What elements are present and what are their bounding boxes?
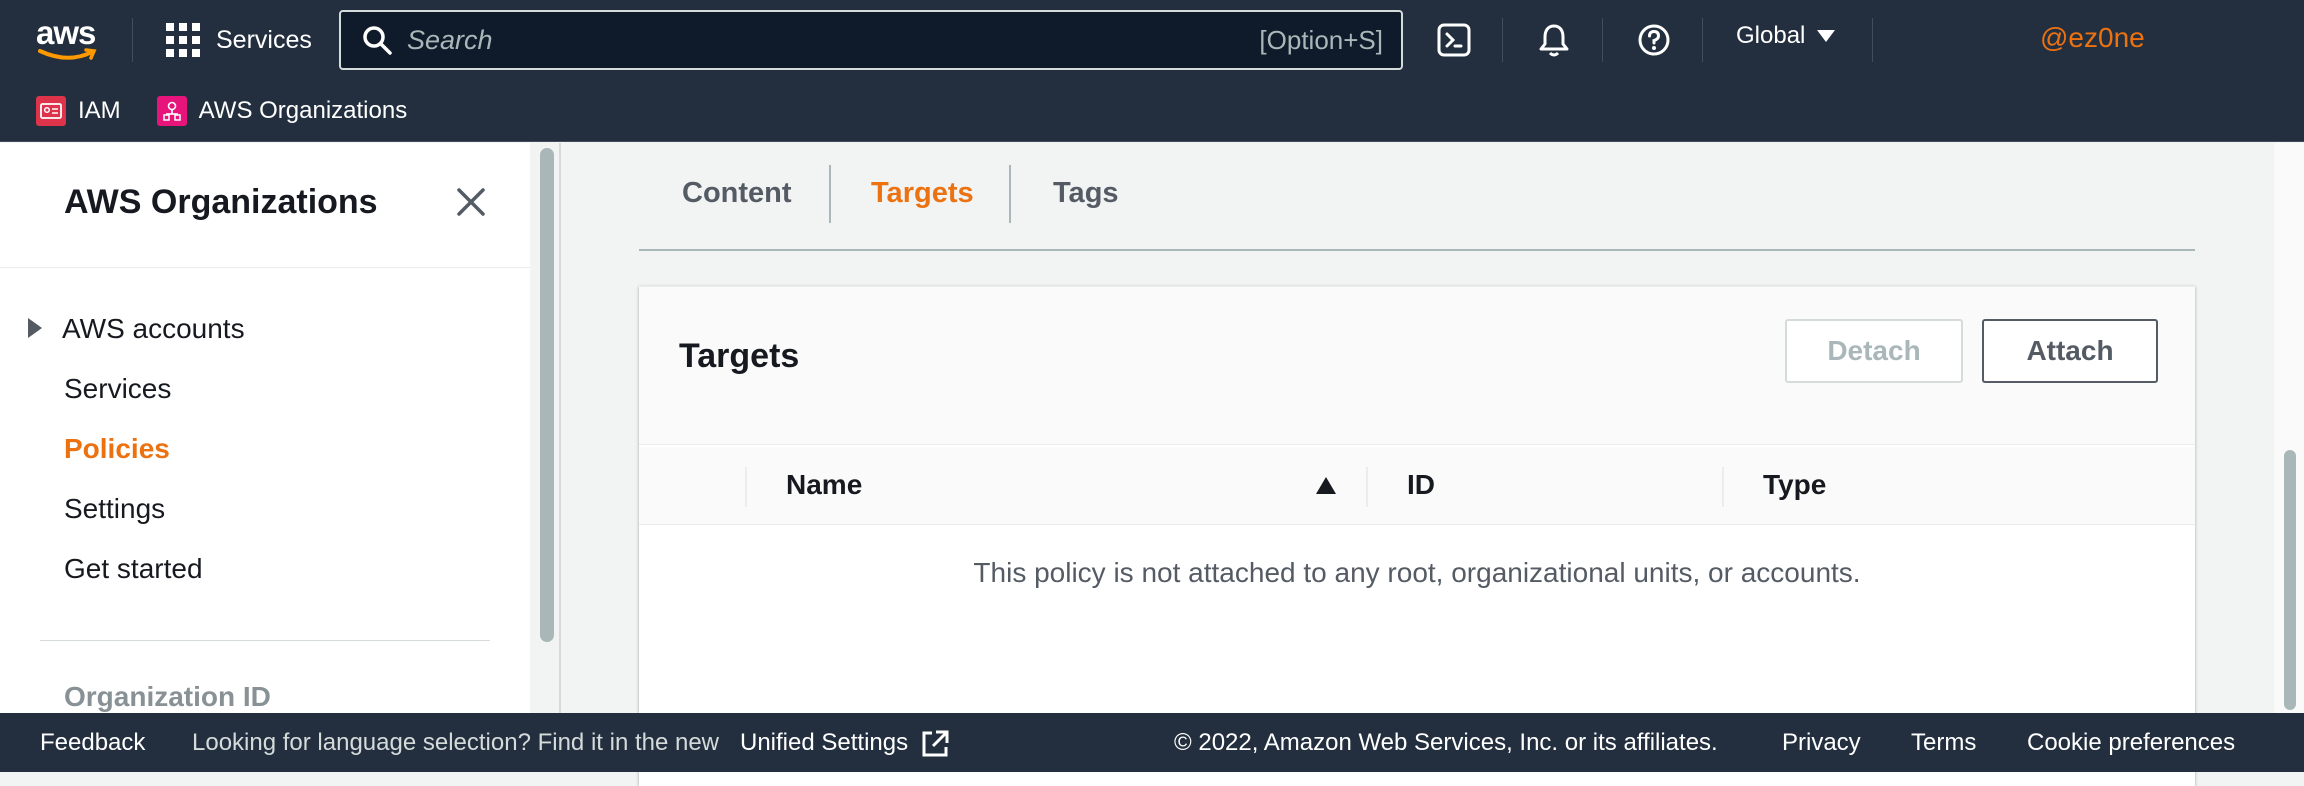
grid-menu-icon: [166, 23, 200, 57]
divider: [1702, 18, 1703, 62]
divider: [40, 640, 490, 641]
favorite-aws-organizations[interactable]: AWS Organizations: [156, 95, 408, 126]
terms-link[interactable]: Terms: [1911, 729, 1976, 757]
side-navigation-title: AWS Organizations: [64, 183, 378, 221]
caret-down-icon: [1817, 30, 1836, 42]
services-menu-button[interactable]: Services: [166, 20, 312, 60]
privacy-link[interactable]: Privacy: [1782, 729, 1861, 757]
sidebar-item-services[interactable]: Services: [64, 373, 171, 405]
top-navigation-bar: aws Services [Option+S] Global @ez0ne: [0, 0, 2304, 80]
cloudshell-icon[interactable]: [1434, 20, 1474, 60]
attach-button[interactable]: Attach: [1982, 319, 2158, 383]
favorites-bar: IAM AWS Organizations: [0, 80, 2304, 142]
account-menu[interactable]: @ez0ne: [2040, 22, 2145, 54]
help-icon[interactable]: [1634, 20, 1674, 60]
feedback-link[interactable]: Feedback: [40, 729, 145, 757]
bell-icon[interactable]: [1534, 20, 1574, 60]
organizations-icon: [156, 95, 187, 126]
search-input[interactable]: [407, 24, 1227, 56]
aws-logo-text: aws: [36, 14, 96, 51]
search-icon: [361, 24, 393, 56]
region-selector[interactable]: Global: [1736, 22, 1836, 50]
table-header: Name ID Type: [639, 447, 2195, 525]
divider: [829, 165, 831, 223]
page-scrollbar-thumb[interactable]: [2284, 450, 2296, 710]
column-divider[interactable]: [1366, 467, 1368, 507]
column-header-name[interactable]: Name: [786, 469, 862, 501]
side-navigation: AWS Organizations AWS accounts Services …: [0, 143, 530, 713]
cookie-preferences-link[interactable]: Cookie preferences: [2027, 729, 2235, 757]
services-label: Services: [216, 25, 312, 54]
column-divider[interactable]: [1722, 467, 1724, 507]
empty-table-message: This policy is not attached to any root,…: [973, 557, 1861, 588]
divider: [1872, 18, 1873, 62]
column-divider: [745, 467, 747, 507]
copyright-text: © 2022, Amazon Web Services, Inc. or its…: [1174, 728, 1718, 756]
caret-right-icon[interactable]: [28, 318, 42, 338]
divider: [1502, 18, 1503, 62]
sidebar-item-aws-accounts[interactable]: AWS accounts: [62, 313, 245, 345]
column-header-type[interactable]: Type: [1763, 469, 1826, 501]
search-shortcut-hint: [Option+S]: [1259, 24, 1383, 55]
iam-icon: [36, 95, 66, 126]
targets-panel: Targets Detach Attach Name ID Type This …: [639, 286, 2195, 786]
panel-title: Targets: [679, 337, 800, 375]
favorite-label: IAM: [78, 96, 121, 124]
column-header-id[interactable]: ID: [1407, 469, 1435, 501]
sidebar-item-policies[interactable]: Policies: [64, 433, 170, 465]
tab-content[interactable]: Content: [682, 177, 792, 210]
external-link-icon[interactable]: [920, 729, 950, 766]
panel-header: Targets Detach Attach: [639, 287, 2195, 445]
tab-tags[interactable]: Tags: [1053, 177, 1119, 210]
search-bar[interactable]: [Option+S]: [339, 10, 1403, 70]
divider: [0, 267, 530, 268]
divider: [132, 18, 133, 62]
main-content: Content Targets Tags Targets Detach Atta…: [561, 143, 2274, 786]
detach-button[interactable]: Detach: [1785, 319, 1963, 383]
close-icon[interactable]: [454, 185, 488, 219]
aws-smile-icon: [38, 48, 97, 60]
favorite-label: AWS Organizations: [198, 96, 408, 124]
unified-settings-link[interactable]: Unified Settings: [740, 729, 908, 757]
organization-id-label: Organization ID: [64, 681, 271, 712]
divider: [1009, 165, 1011, 223]
favorite-iam[interactable]: IAM: [36, 95, 121, 126]
language-note: Looking for language selection? Find it …: [192, 728, 720, 756]
sidebar-scrollbar-thumb[interactable]: [540, 148, 554, 642]
footer: Feedback Looking for language selection?…: [0, 713, 2304, 772]
sort-ascending-icon[interactable]: [1316, 477, 1336, 494]
tab-bar: Content Targets Tags: [639, 143, 2195, 251]
tab-targets[interactable]: Targets: [871, 177, 974, 210]
sidebar-item-get-started[interactable]: Get started: [64, 553, 203, 585]
region-label: Global: [1736, 22, 1806, 49]
aws-logo[interactable]: aws: [36, 16, 100, 62]
divider: [1602, 18, 1603, 62]
sidebar-item-settings[interactable]: Settings: [64, 493, 165, 525]
